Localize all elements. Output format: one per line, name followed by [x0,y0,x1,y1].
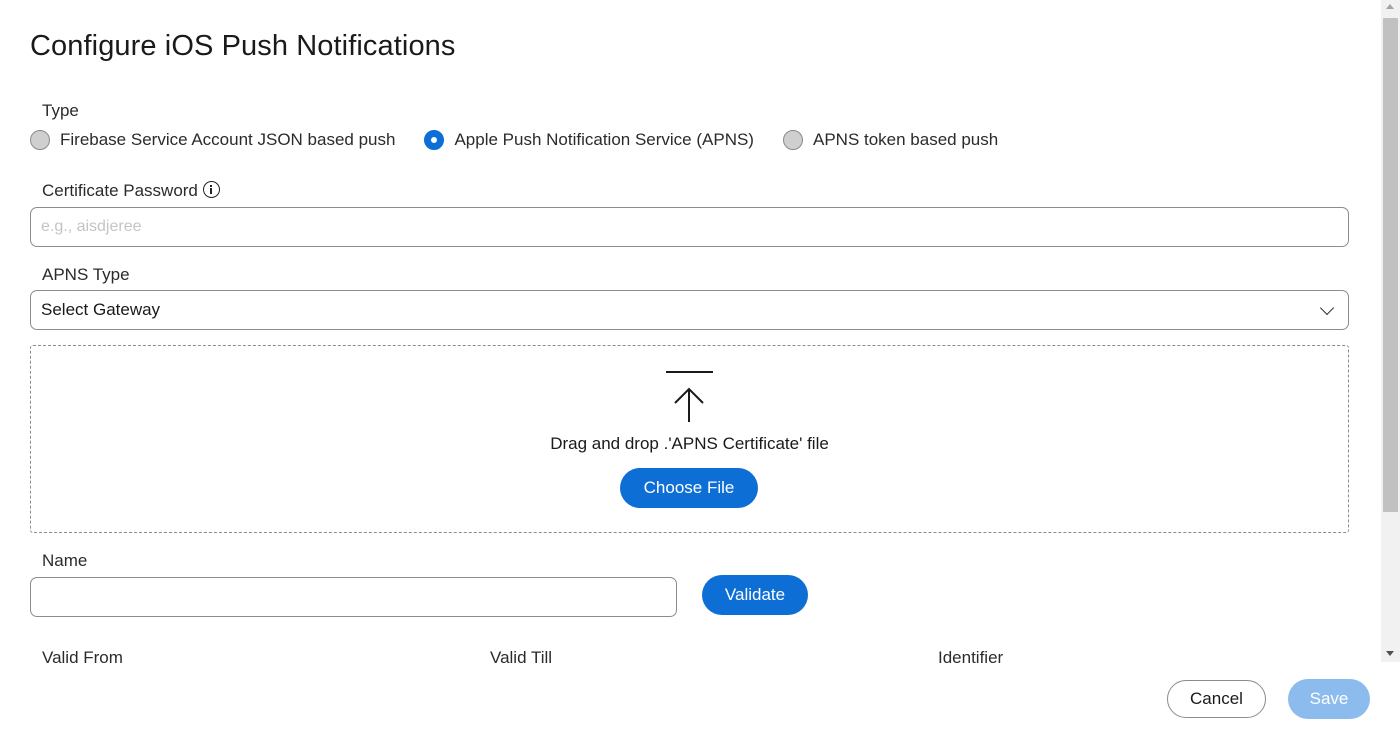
radio-button-unchecked[interactable] [30,130,50,150]
name-input[interactable] [30,577,677,617]
scroll-up-arrow-icon[interactable] [1386,4,1394,9]
radio-label: Apple Push Notification Service (APNS) [454,130,754,149]
certificate-password-input[interactable] [30,207,1349,247]
info-icon[interactable] [202,181,220,198]
scroll-down-arrow-icon[interactable] [1386,651,1394,656]
cancel-button[interactable]: Cancel [1167,680,1266,718]
radio-label: Firebase Service Account JSON based push [60,130,396,149]
configure-ios-push-dialog: Configure iOS Push Notifications Type Fi… [0,0,1380,748]
certificate-dropzone[interactable]: Drag and drop .'APNS Certificate' file C… [30,345,1349,533]
dialog-title: Configure iOS Push Notifications [30,30,456,62]
chevron-down-icon [1319,300,1335,315]
identifier-header: Identifier [938,648,1004,667]
certificate-password-label-text: Certificate Password [42,181,198,200]
certificate-password-label: Certificate Password [42,181,220,201]
choose-file-button[interactable]: Choose File [620,468,758,508]
radio-button-unchecked[interactable] [782,130,803,150]
radio-apns[interactable]: Apple Push Notification Service (APNS) [424,130,754,150]
valid-till-header: Valid Till [490,648,553,667]
apns-type-label: APNS Type [42,265,130,284]
radio-apns-token[interactable]: APNS token based push [782,130,999,150]
radio-button-checked[interactable] [424,130,445,150]
type-label: Type [42,101,79,120]
vertical-scrollbar[interactable] [1381,0,1400,662]
name-label: Name [42,551,88,570]
validate-button[interactable]: Validate [702,575,808,615]
valid-from-header: Valid From [42,648,123,667]
radio-label: APNS token based push [812,130,999,149]
dropzone-text: Drag and drop .'APNS Certificate' file [550,434,829,453]
save-button[interactable]: Save [1288,679,1370,719]
upload-icon [666,371,713,422]
radio-firebase-json[interactable]: Firebase Service Account JSON based push [30,130,395,150]
type-radio-group: Firebase Service Account JSON based push… [30,129,998,151]
scrollbar-thumb[interactable] [1383,18,1398,512]
apns-type-select[interactable]: Select Gateway [30,290,1349,330]
apns-type-selected-value: Select Gateway [41,300,161,319]
